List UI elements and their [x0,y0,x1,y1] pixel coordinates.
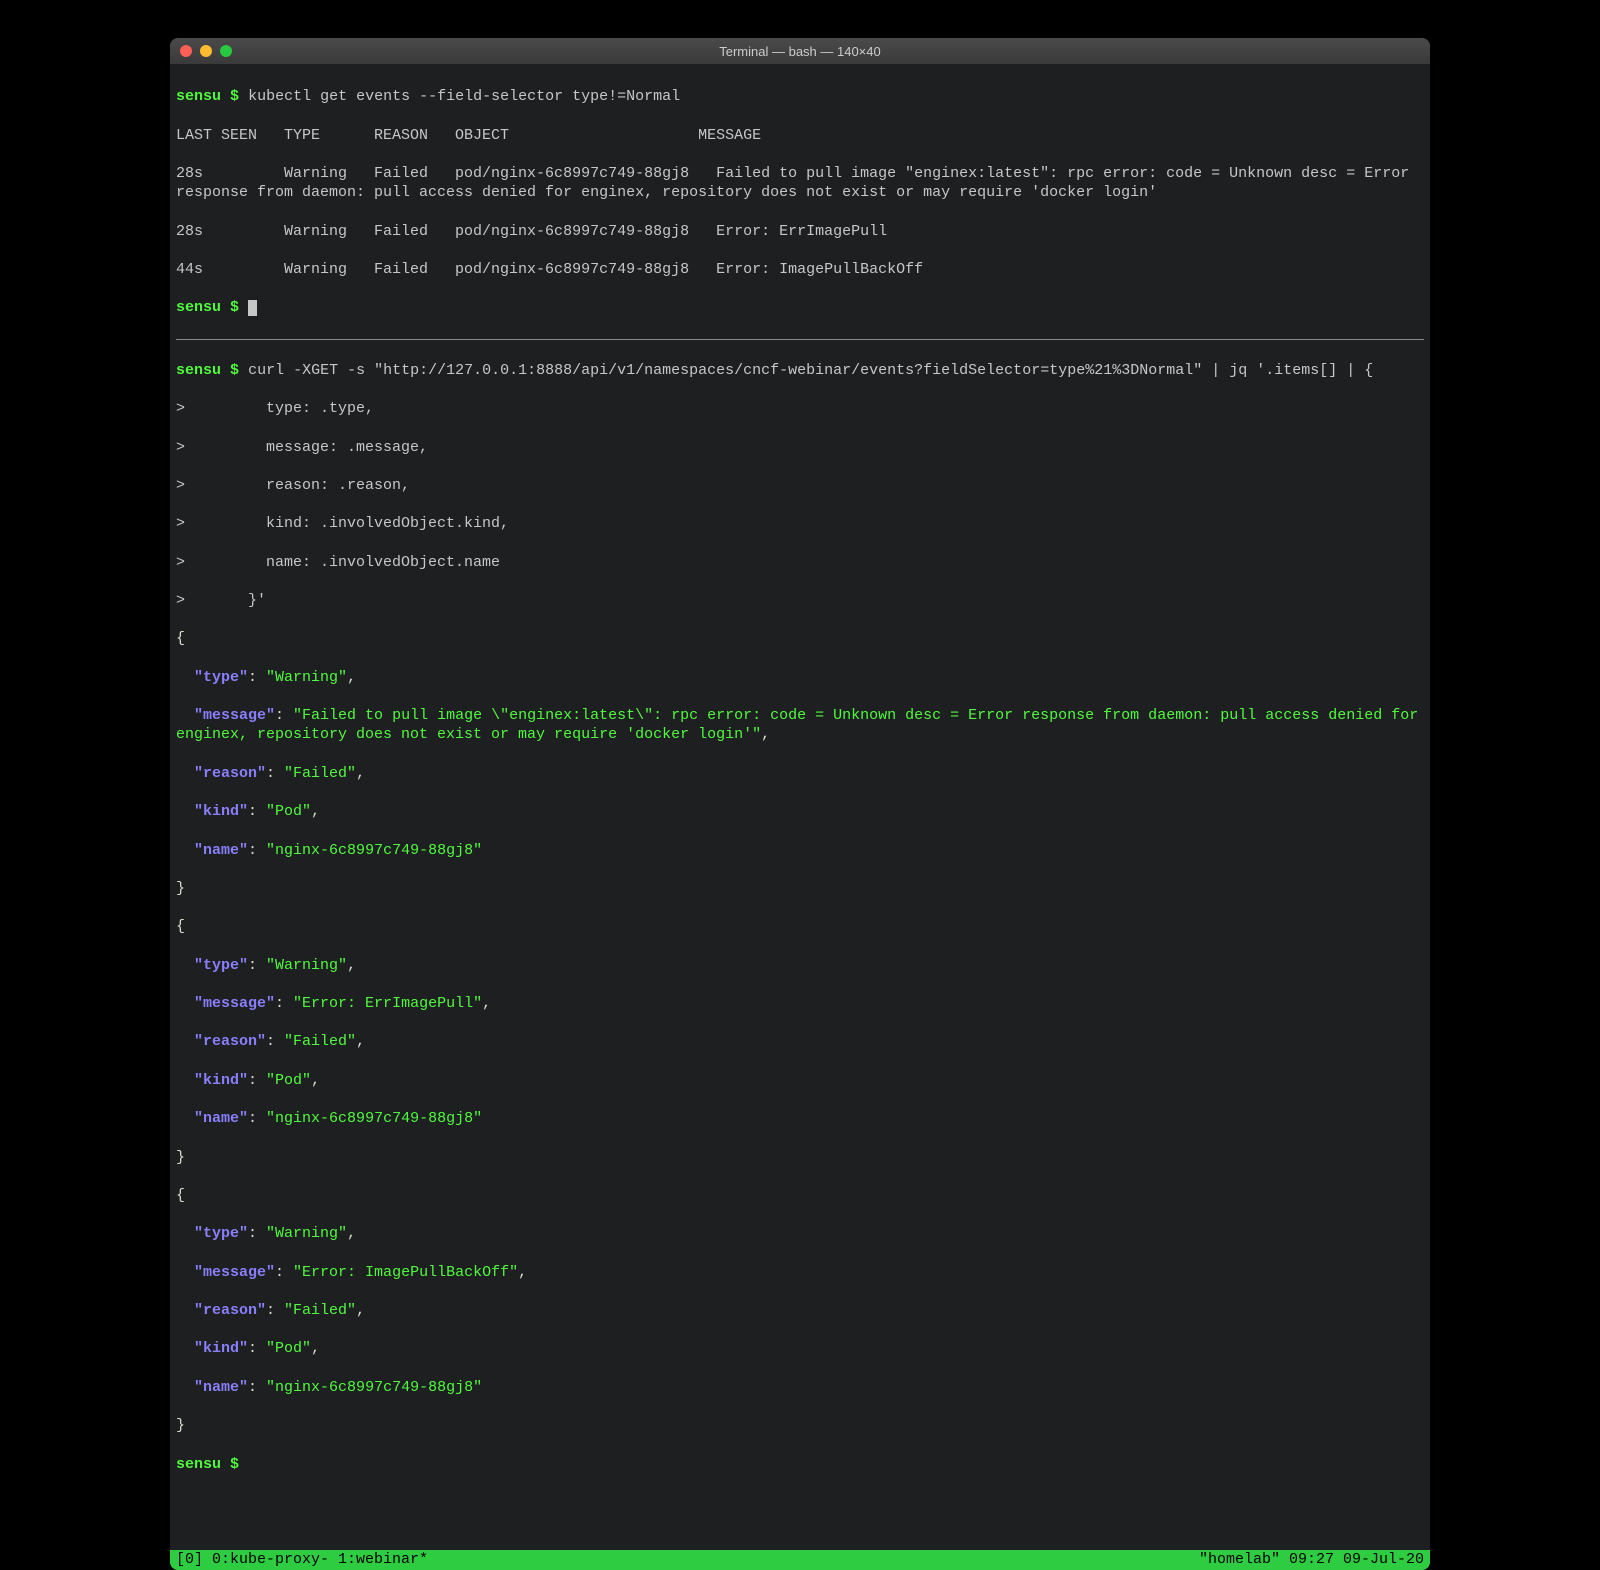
prompt-user: sensu [176,88,221,105]
maximize-icon[interactable] [220,45,232,57]
status-right: "homelab" 09:27 09-Jul-20 [1199,1550,1424,1570]
command-text: curl -XGET -s "http://127.0.0.1:8888/api… [248,362,1373,379]
traffic-lights [180,45,232,57]
prompt-symbol: $ [230,88,239,105]
titlebar[interactable]: Terminal — bash — 140×40 [170,38,1430,64]
json-brace: } [176,879,1424,898]
table-row: 28s Warning Failed pod/nginx-6c8997c749-… [176,222,1424,241]
cursor-icon [248,300,257,316]
tmux-divider [176,339,1424,340]
json-brace: } [176,1416,1424,1435]
json-line: "reason": "Failed", [176,1301,1424,1320]
json-brace: } [176,1148,1424,1167]
prompt-line: sensu $ [176,1455,1424,1474]
json-line: "message": "Failed to pull image \"engin… [176,706,1424,744]
command-continuation: > reason: .reason, [176,476,1424,495]
json-line: "name": "nginx-6c8997c749-88gj8" [176,1109,1424,1128]
command-continuation: > kind: .involvedObject.kind, [176,514,1424,533]
json-brace: { [176,1186,1424,1205]
command-continuation: > type: .type, [176,399,1424,418]
json-line: "message": "Error: ErrImagePull", [176,994,1424,1013]
json-line: "message": "Error: ImagePullBackOff", [176,1263,1424,1282]
json-brace: { [176,629,1424,648]
status-left: [0] 0:kube-proxy- 1:webinar* [176,1550,428,1570]
json-line: "type": "Warning", [176,668,1424,687]
minimize-icon[interactable] [200,45,212,57]
prompt-line: sensu $ [176,298,1424,317]
prompt-line: sensu $ kubectl get events --field-selec… [176,87,1424,106]
json-line: "reason": "Failed", [176,764,1424,783]
terminal-window: Terminal — bash — 140×40 sensu $ kubectl… [170,38,1430,1570]
table-row: 28s Warning Failed pod/nginx-6c8997c749-… [176,164,1424,202]
terminal-body[interactable]: sensu $ kubectl get events --field-selec… [170,64,1430,1550]
prompt-line: sensu $ curl -XGET -s "http://127.0.0.1:… [176,361,1424,380]
json-line: "kind": "Pod", [176,1339,1424,1358]
json-line: "type": "Warning", [176,1224,1424,1243]
command-continuation: > name: .involvedObject.name [176,553,1424,572]
json-line: "name": "nginx-6c8997c749-88gj8" [176,841,1424,860]
table-row: 44s Warning Failed pod/nginx-6c8997c749-… [176,260,1424,279]
json-brace: { [176,917,1424,936]
json-line: "kind": "Pod", [176,1071,1424,1090]
close-icon[interactable] [180,45,192,57]
command-continuation: > message: .message, [176,438,1424,457]
json-line: "name": "nginx-6c8997c749-88gj8" [176,1378,1424,1397]
command-text: kubectl get events --field-selector type… [248,88,680,105]
json-line: "type": "Warning", [176,956,1424,975]
json-line: "kind": "Pod", [176,802,1424,821]
window-title: Terminal — bash — 140×40 [180,44,1420,59]
table-header: LAST SEEN TYPE REASON OBJECT MESSAGE [176,126,1424,145]
tmux-status-bar: [0] 0:kube-proxy- 1:webinar* "homelab" 0… [170,1550,1430,1570]
command-continuation: > }' [176,591,1424,610]
